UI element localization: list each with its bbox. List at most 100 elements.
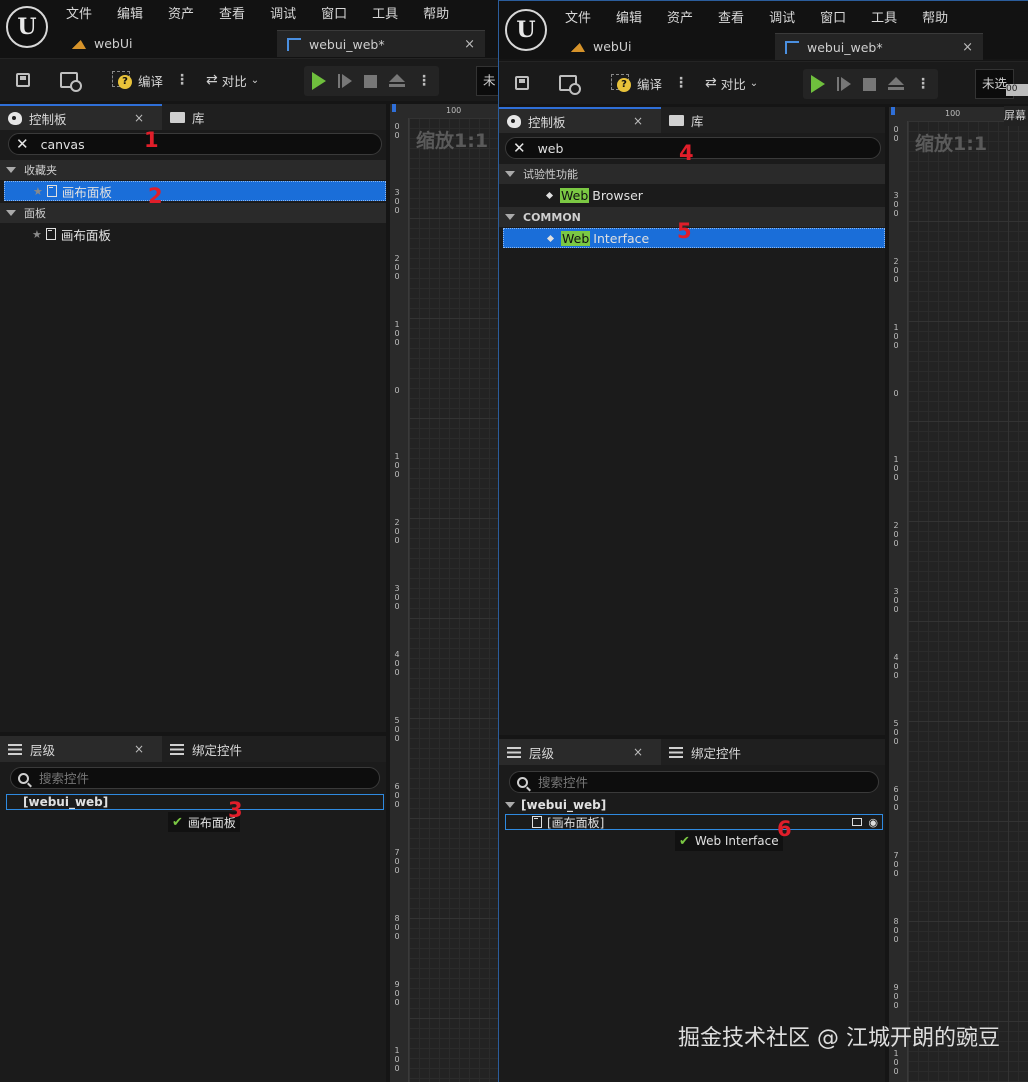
save-button[interactable]: [515, 70, 529, 96]
kebab-icon[interactable]: ⋮: [916, 76, 930, 92]
tab-webui-web[interactable]: webui_web* ×: [277, 30, 485, 57]
step-icon[interactable]: [338, 74, 352, 88]
hierarchy-search-input[interactable]: [10, 767, 380, 789]
tab-bind-widgets[interactable]: 绑定控件: [162, 736, 250, 762]
close-icon[interactable]: ×: [633, 745, 643, 759]
vertical-ruler: 0 0 3 0 0 2 0 0 1 0 0 0 1 0 0 2 0 0 3 0 0 4 0 0 5…: [889, 121, 908, 1082]
lock-icon[interactable]: [852, 818, 863, 826]
clear-search-icon[interactable]: ✕: [513, 139, 526, 157]
diff-label: 对比: [221, 73, 247, 89]
favorite-star-icon[interactable]: ★: [33, 185, 43, 198]
hierarchy-search-field[interactable]: [536, 773, 840, 791]
tab-hierarchy[interactable]: 层级 ×: [499, 739, 661, 765]
ruler-tick-label: 1 0 0: [893, 323, 899, 350]
drag-label: Web Interface: [694, 834, 779, 848]
stop-icon[interactable]: [863, 77, 876, 91]
menu-edit[interactable]: 编辑: [117, 3, 143, 22]
save-button[interactable]: [16, 67, 30, 93]
category-panel[interactable]: 面板: [0, 203, 386, 223]
menu-file[interactable]: 文件: [565, 7, 591, 26]
eject-icon[interactable]: [888, 77, 904, 91]
design-canvas[interactable]: [908, 121, 1028, 1082]
debug-filter-dropdown[interactable]: 未: [476, 66, 498, 96]
diff-button[interactable]: ⇄ 对比 ⌄: [705, 70, 758, 96]
category-label: 面板: [24, 207, 46, 220]
palette-item-web-browser[interactable]: Web Browser: [503, 185, 885, 205]
design-canvas[interactable]: [409, 118, 498, 1082]
kebab-icon[interactable]: ⋮: [674, 75, 688, 91]
step-icon[interactable]: [837, 77, 851, 91]
menu-debug[interactable]: 调试: [769, 7, 795, 26]
ruler-tick-label: 1 0 0: [394, 452, 400, 479]
unreal-logo-icon[interactable]: U: [6, 6, 48, 48]
hierarchy-root[interactable]: [webui_web]: [6, 794, 384, 810]
menu-help[interactable]: 帮助: [922, 7, 948, 26]
close-icon[interactable]: ×: [134, 742, 144, 756]
menu-help[interactable]: 帮助: [423, 3, 449, 22]
annotation-4: 4: [679, 141, 694, 165]
palette-item-canvas-panel[interactable]: ★ 画布面板: [4, 224, 386, 244]
category-favorites[interactable]: 收藏夹: [0, 160, 386, 180]
left-editor-window: U 文件 编辑 资产 查看 调试 窗口 工具 帮助 webUi webui_we…: [0, 0, 498, 1082]
tab-webui-level[interactable]: webUi: [561, 33, 771, 59]
menu-tools[interactable]: 工具: [871, 7, 897, 26]
category-common[interactable]: COMMON: [499, 207, 885, 227]
kebab-icon[interactable]: ⋮: [175, 72, 189, 88]
menu-window[interactable]: 窗口: [820, 7, 846, 26]
menu-asset[interactable]: 资产: [667, 7, 693, 26]
unreal-logo-icon[interactable]: U: [505, 9, 547, 51]
stop-icon[interactable]: [364, 74, 377, 88]
palette-icon: [507, 114, 521, 128]
tab-hierarchy[interactable]: 层级 ×: [0, 736, 162, 762]
chevron-down-icon: ⌄: [749, 77, 759, 89]
chevron-down-icon: ⌄: [250, 74, 260, 86]
ruler-tick-label: 3 0 0: [893, 191, 899, 218]
play-icon[interactable]: [811, 75, 825, 93]
close-icon[interactable]: ×: [633, 114, 643, 128]
menu-debug[interactable]: 调试: [270, 3, 296, 22]
hierarchy-item-canvas-panel[interactable]: [画布面板] ◉: [505, 814, 883, 830]
kebab-icon[interactable]: ⋮: [417, 73, 431, 89]
level-icon: [571, 40, 585, 52]
favorite-star-icon[interactable]: ★: [32, 228, 42, 241]
menu-asset[interactable]: 资产: [168, 3, 194, 22]
play-controls: ⋮: [803, 69, 938, 99]
close-icon[interactable]: ×: [464, 37, 475, 52]
eye-icon[interactable]: ◉: [868, 816, 878, 829]
hierarchy-root[interactable]: [webui_web]: [505, 797, 883, 813]
tab-library[interactable]: 库: [661, 107, 712, 133]
ruler-tick-label: 2 0 0: [893, 257, 899, 284]
compile-button[interactable]: ? 编译 ⋮: [112, 67, 189, 93]
menu-file[interactable]: 文件: [66, 3, 92, 22]
compile-button[interactable]: ? 编译 ⋮: [611, 70, 688, 96]
menu-window[interactable]: 窗口: [321, 3, 347, 22]
close-icon[interactable]: ×: [962, 40, 973, 55]
tab-webui-web[interactable]: webui_web* ×: [775, 33, 983, 60]
play-icon[interactable]: [312, 72, 326, 90]
browse-button[interactable]: [60, 67, 82, 93]
hierarchy-search-input[interactable]: [509, 771, 879, 793]
tab-library[interactable]: 库: [162, 104, 213, 130]
screen-size-button[interactable]: 屏幕: [1004, 106, 1028, 126]
palette-item-web-interface[interactable]: Web Interface: [503, 228, 885, 248]
menu-view[interactable]: 查看: [718, 7, 744, 26]
browse-button[interactable]: [559, 70, 581, 96]
menu-view[interactable]: 查看: [219, 3, 245, 22]
diff-button[interactable]: ⇄ 对比 ⌄: [206, 67, 259, 93]
compile-status-icon: ?: [112, 71, 132, 89]
palette-item-canvas-panel[interactable]: ★ 画布面板: [4, 181, 386, 201]
close-icon[interactable]: ×: [134, 111, 144, 125]
menu-edit[interactable]: 编辑: [616, 7, 642, 26]
bind-widgets-label: 绑定控件: [691, 745, 742, 761]
eject-icon[interactable]: [389, 74, 405, 88]
compile-status-icon: ?: [611, 74, 631, 92]
palette-search-input[interactable]: ✕ canvas: [8, 133, 382, 155]
clear-search-icon[interactable]: ✕: [16, 135, 29, 153]
tab-bind-widgets[interactable]: 绑定控件: [661, 739, 749, 765]
hierarchy-search-field[interactable]: [37, 769, 341, 787]
tab-webui-level[interactable]: webUi: [62, 30, 272, 56]
category-experimental[interactable]: 试验性功能: [499, 164, 885, 184]
tab-palette[interactable]: 控制板 ×: [499, 107, 661, 133]
tab-palette[interactable]: 控制板 ×: [0, 104, 162, 130]
menu-tools[interactable]: 工具: [372, 3, 398, 22]
